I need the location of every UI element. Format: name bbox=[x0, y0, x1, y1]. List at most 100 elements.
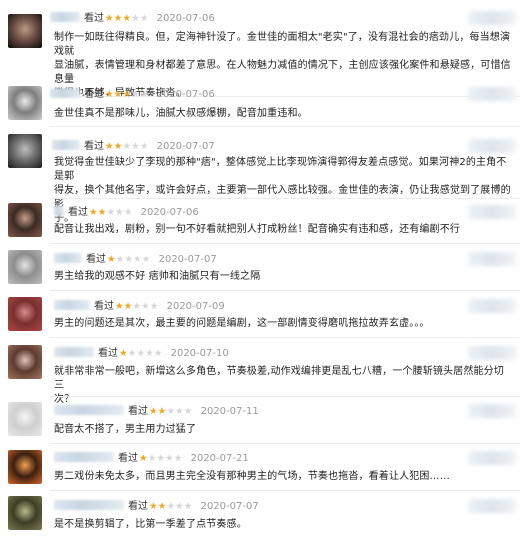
avatar[interactable] bbox=[8, 297, 42, 331]
comment-date: 2020-07-07 bbox=[200, 501, 259, 512]
star-empty-icon: ★ bbox=[153, 348, 163, 359]
vote-area-blurred[interactable] bbox=[468, 252, 516, 266]
star-filled-icon: ★ bbox=[115, 301, 124, 312]
star-filled-icon: ★ bbox=[105, 89, 114, 100]
star-empty-icon: ★ bbox=[183, 406, 193, 417]
comment-date: 2020-07-07 bbox=[158, 254, 217, 265]
username-blurred[interactable] bbox=[50, 12, 80, 22]
comment-date: 2020-07-06 bbox=[156, 13, 215, 24]
rating-stars: ★★★★★ bbox=[105, 13, 149, 24]
divider bbox=[50, 290, 520, 291]
star-empty-icon: ★ bbox=[139, 141, 149, 152]
comment-text-line: 我觉得金世佳缺少了李现的那种"痞"，整体感觉上比李现饰演得郭得友差点感觉。如果河… bbox=[54, 157, 507, 182]
star-filled-icon: ★ bbox=[149, 501, 158, 512]
comment-header: 看过★★★★★ 2020-07-06 bbox=[50, 88, 215, 101]
watched-label: 看过 bbox=[118, 453, 138, 464]
comment-date: 2020-07-06 bbox=[156, 89, 215, 100]
rating-stars: ★★★★★ bbox=[119, 348, 163, 359]
avatar[interactable] bbox=[8, 345, 42, 379]
divider bbox=[50, 490, 520, 491]
divider bbox=[50, 198, 520, 199]
comment-text-line: 配音让我出戏，剧粉，别一句不好看就把别人打成粉丝！配音确实有违和感，还有编剧不行 bbox=[54, 224, 460, 235]
vote-area-blurred[interactable] bbox=[468, 451, 516, 465]
star-empty-icon: ★ bbox=[156, 453, 166, 464]
comment-text: 男主给我的观感不好 痞帅和油腻只有一线之隔 bbox=[54, 270, 512, 284]
comment-text-line: 配音太不搭了，男主用力过猛了 bbox=[54, 424, 197, 435]
comment-date: 2020-07-11 bbox=[200, 406, 259, 417]
star-empty-icon: ★ bbox=[115, 207, 124, 218]
avatar[interactable] bbox=[8, 496, 42, 530]
comment-header: 看过★★★★★ 2020-07-07 bbox=[54, 253, 217, 266]
comment-date: 2020-07-06 bbox=[140, 207, 199, 218]
star-empty-icon: ★ bbox=[141, 301, 150, 312]
vote-area-blurred[interactable] bbox=[468, 139, 516, 153]
star-filled-icon: ★ bbox=[119, 348, 128, 359]
comment-text-line: 男主给我的观感不好 痞帅和油腻只有一线之隔 bbox=[54, 271, 261, 282]
vote-area-blurred[interactable] bbox=[468, 11, 516, 25]
star-empty-icon: ★ bbox=[139, 13, 149, 24]
vote-area-blurred[interactable] bbox=[468, 346, 516, 360]
star-empty-icon: ★ bbox=[131, 141, 140, 152]
watched-label: 看过 bbox=[128, 501, 148, 512]
vote-area-blurred[interactable] bbox=[468, 404, 516, 418]
rating-stars: ★★★★★ bbox=[139, 453, 183, 464]
rating-stars: ★★★★★ bbox=[105, 89, 149, 100]
star-filled-icon: ★ bbox=[105, 13, 114, 24]
avatar[interactable] bbox=[8, 86, 42, 120]
comment-header: 看过★★★★★ 2020-07-07 bbox=[52, 140, 215, 153]
vote-area-blurred[interactable] bbox=[468, 205, 516, 219]
divider bbox=[50, 396, 520, 397]
star-filled-icon: ★ bbox=[139, 453, 148, 464]
rating-stars: ★★★★★ bbox=[149, 406, 193, 417]
star-filled-icon: ★ bbox=[122, 13, 132, 24]
star-empty-icon: ★ bbox=[166, 501, 176, 512]
star-empty-icon: ★ bbox=[124, 254, 134, 265]
avatar[interactable] bbox=[8, 134, 42, 168]
star-empty-icon: ★ bbox=[165, 453, 174, 464]
username-blurred[interactable] bbox=[54, 253, 82, 263]
star-empty-icon: ★ bbox=[145, 348, 154, 359]
username-blurred[interactable] bbox=[54, 206, 64, 216]
username-blurred[interactable] bbox=[54, 347, 94, 357]
watched-label: 看过 bbox=[84, 141, 104, 152]
username-blurred[interactable] bbox=[54, 452, 114, 462]
star-empty-icon: ★ bbox=[132, 301, 142, 312]
comment-text-line: 就非常非常一般吧，新增这么多角色，节奏极差,动作戏编排更是乱七八糟，一个腰斩镜头… bbox=[54, 366, 504, 391]
username-blurred[interactable] bbox=[52, 140, 80, 150]
star-empty-icon: ★ bbox=[122, 141, 132, 152]
vote-area-blurred[interactable] bbox=[468, 499, 516, 513]
rating-stars: ★★★★★ bbox=[107, 254, 151, 265]
comment-text: 就非常非常一般吧，新增这么多角色，节奏极差,动作戏编排更是乱七八糟，一个腰斩镜头… bbox=[54, 365, 512, 407]
comment-text-line: 男二戏份未免太多，而且男主完全没有那种男主的气场，节奏也拖沓，看着让人犯困…… bbox=[54, 471, 450, 482]
comment-date: 2020-07-09 bbox=[166, 301, 225, 312]
star-filled-icon: ★ bbox=[122, 89, 132, 100]
rating-stars: ★★★★★ bbox=[89, 207, 133, 218]
comment-text: 男主的问题还是其次，最主要的问题是编剧，这一部剧情变得磨叽拖拉故弄玄虚。。。 bbox=[54, 317, 512, 331]
star-empty-icon: ★ bbox=[141, 254, 151, 265]
comment-text-line: 是不是换剪辑了，比第一季差了点节奏感。 bbox=[54, 519, 247, 530]
comment-text-line: 男主的问题还是其次，最主要的问题是编剧，这一部剧情变得磨叽拖拉故弄玄虚。。。 bbox=[54, 318, 430, 329]
avatar[interactable] bbox=[8, 14, 42, 48]
star-empty-icon: ★ bbox=[133, 254, 142, 265]
comment-header: 看过★★★★★ 2020-07-21 bbox=[54, 452, 249, 465]
star-empty-icon: ★ bbox=[139, 89, 149, 100]
star-empty-icon: ★ bbox=[131, 89, 140, 100]
username-blurred[interactable] bbox=[54, 300, 90, 310]
watched-label: 看过 bbox=[84, 89, 104, 100]
star-empty-icon: ★ bbox=[175, 406, 184, 417]
username-blurred[interactable] bbox=[54, 405, 124, 415]
username-blurred[interactable] bbox=[50, 88, 80, 98]
divider bbox=[50, 126, 520, 127]
username-blurred[interactable] bbox=[54, 500, 124, 510]
comment-date: 2020-07-10 bbox=[170, 348, 229, 359]
rating-stars: ★★★★★ bbox=[115, 301, 159, 312]
avatar[interactable] bbox=[8, 402, 42, 436]
comment-date: 2020-07-07 bbox=[156, 141, 215, 152]
vote-area-blurred[interactable] bbox=[468, 87, 516, 101]
avatar[interactable] bbox=[8, 450, 42, 484]
avatar[interactable] bbox=[8, 203, 42, 237]
star-filled-icon: ★ bbox=[89, 207, 98, 218]
avatar[interactable] bbox=[8, 250, 42, 284]
vote-area-blurred[interactable] bbox=[468, 299, 516, 313]
comment-text: 配音让我出戏，剧粉，别一句不好看就把别人打成粉丝！配音确实有违和感，还有编剧不行 bbox=[54, 223, 512, 237]
